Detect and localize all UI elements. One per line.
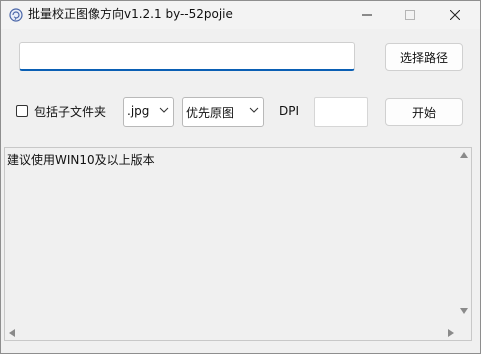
browse-button[interactable]: 选择路径 (385, 43, 463, 71)
minimize-button[interactable] (345, 1, 389, 29)
maximize-button[interactable] (388, 1, 432, 29)
log-text: 建议使用WIN10及以上版本 (7, 153, 155, 167)
app-icon (9, 7, 23, 22)
chevron-down-icon (159, 107, 169, 113)
app-window: 批量校正图像方向v1.2.1 by--52pojie 选择路径 包括子文件夹 .… (0, 0, 481, 354)
minimize-icon (362, 14, 372, 16)
scroll-up-icon[interactable] (460, 152, 468, 158)
scroll-down-icon[interactable] (460, 308, 468, 314)
browse-button-label: 选择路径 (399, 50, 448, 65)
mode-select[interactable]: 优先原图 (182, 97, 264, 127)
vertical-scrollbar[interactable] (457, 148, 471, 328)
dpi-input[interactable] (314, 97, 368, 127)
path-input[interactable] (19, 42, 355, 71)
scroll-right-icon[interactable] (448, 329, 454, 337)
chevron-down-icon (249, 107, 259, 113)
scroll-left-icon[interactable] (9, 329, 15, 337)
dpi-label: DPI (279, 104, 300, 118)
include-subfolders-label[interactable]: 包括子文件夹 (34, 103, 106, 120)
start-button[interactable]: 开始 (385, 98, 463, 126)
title-bar[interactable]: 批量校正图像方向v1.2.1 by--52pojie (1, 1, 480, 29)
horizontal-scrollbar[interactable] (5, 326, 458, 340)
window-title: 批量校正图像方向v1.2.1 by--52pojie (28, 7, 233, 21)
mode-select-value: 优先原图 (186, 106, 235, 120)
start-button-label: 开始 (411, 105, 436, 120)
log-textarea[interactable]: 建议使用WIN10及以上版本 (4, 147, 472, 341)
scrollbar-corner (457, 326, 471, 340)
include-subfolders-checkbox[interactable] (16, 105, 28, 117)
maximize-icon (405, 10, 415, 20)
close-icon (450, 10, 460, 20)
close-button[interactable] (433, 1, 477, 29)
extension-select-value: .jpg (127, 104, 150, 118)
extension-select[interactable]: .jpg (123, 97, 174, 127)
